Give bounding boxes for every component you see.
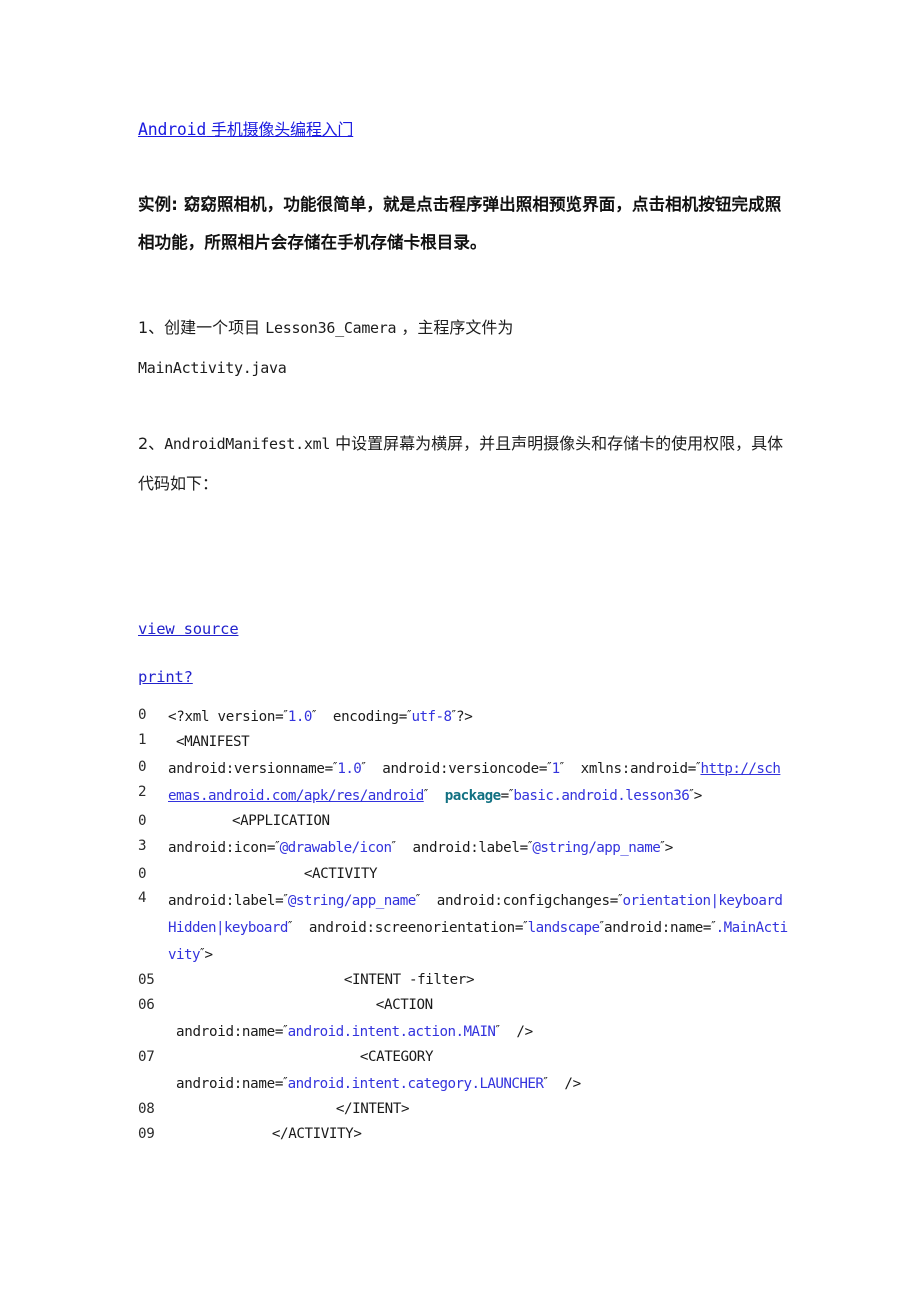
action-name-attr: android:name=: [176, 1024, 284, 1041]
line-number-08: 08: [138, 1101, 155, 1118]
document-title-latin: Android: [138, 120, 207, 139]
package-keyword: package: [444, 788, 502, 805]
versioncode-value: 1: [551, 761, 561, 778]
code-listing: 0 1 <?xml version=″1.0″ encoding=″utf-8″…: [138, 703, 788, 1147]
action-open-tag: <ACTION: [375, 997, 433, 1014]
code-line-05-text: <INTENT -filter>: [168, 968, 788, 993]
manifest-filename: AndroidManifest.xml: [164, 435, 331, 453]
line-number-02: 0 2: [138, 759, 147, 800]
app-icon-value: @drawable/icon: [279, 840, 392, 857]
category-open-tag: <CATEGORY: [359, 1049, 434, 1066]
category-name-value: android.intent.category.LAUNCHER: [287, 1076, 544, 1093]
code-line-01: 0 1 <?xml version=″1.0″ encoding=″utf-8″…: [138, 703, 788, 755]
print-link[interactable]: print?: [138, 667, 193, 687]
code-line-09-text: </ACTIVITY>: [168, 1122, 788, 1147]
line-number-04: 0 4: [138, 865, 147, 907]
view-source-link[interactable]: view source: [138, 619, 239, 639]
activity-close-tag: </ACTIVITY>: [271, 1126, 362, 1143]
activity-name-attr: android:name=: [604, 919, 712, 936]
app-label-attr: android:label=: [396, 840, 528, 857]
intent-filter-open-tag: <INTENT -filter>: [343, 972, 475, 989]
document-page: Android 手机摄像头编程入门 实例: 窈窈照相机，功能很简单，就是点击程序…: [0, 0, 920, 1302]
code-line-07: 07 <CATEGORY android:name=″android.inten…: [138, 1045, 788, 1097]
package-value: basic.android.lesson36: [513, 788, 690, 805]
manifest-open-tag: <MANIFEST: [176, 734, 250, 751]
document-title-cjk: 手机摄像头编程入门: [206, 120, 354, 139]
project-name-text: Lesson36_Camera: [265, 319, 397, 337]
paragraph-step-2: 2、AndroidManifest.xml 中设置屏幕为横屏，并且声明摄像头和存…: [138, 424, 793, 504]
manifest-tag-end: >: [693, 788, 703, 805]
application-tag-end: >: [664, 840, 674, 857]
line-number-06: 06: [138, 997, 155, 1014]
paragraph-step-1: 1、创建一个项目 Lesson36_Camera ，主程序文件为 MainAct…: [138, 308, 793, 388]
code-line-02-text: android:versionname=″1.0″ android:versio…: [168, 755, 788, 809]
category-self-close: />: [547, 1076, 581, 1093]
main-activity-filename: MainActivity.java: [138, 359, 287, 377]
xml-encoding-attr: encoding=: [316, 709, 408, 726]
category-name-attr: android:name=: [176, 1076, 284, 1093]
line-number-03: 0 3: [138, 813, 147, 854]
code-line-07-text: <CATEGORY android:name=″android.intent.c…: [168, 1045, 788, 1097]
xml-decl-start: <?xml version=: [168, 709, 284, 726]
code-line-04: 0 4 <ACTIVITY android:label=″@string/app_…: [138, 862, 788, 968]
line-number-01: 0 1: [138, 707, 147, 748]
screenorientation-attr: android:screenorientation=: [292, 919, 524, 936]
versioncode-attr: android:versioncode=: [365, 761, 548, 778]
action-name-value: android.intent.action.MAIN: [287, 1024, 496, 1041]
code-line-06-text: <ACTION android:name=″android.intent.act…: [168, 993, 788, 1045]
paragraph-step-2-prefix: 2、: [138, 434, 165, 453]
versionname-value: 1.0: [337, 761, 362, 778]
code-line-04-text: <ACTIVITY android:label=″@string/app_name…: [168, 862, 788, 968]
action-self-close: />: [499, 1024, 533, 1041]
code-line-06: 06 <ACTION android:name=″android.intent.…: [138, 993, 788, 1045]
line-number-09: 09: [138, 1126, 155, 1143]
code-line-08-text: </INTENT>: [168, 1097, 788, 1122]
equals-sign: =: [500, 788, 510, 805]
activity-open-tag: <ACTIVITY: [303, 865, 378, 882]
versionname-attr: android:versionname=: [168, 761, 333, 778]
activity-tag-end: >: [204, 947, 213, 964]
document-title-link[interactable]: Android 手机摄像头编程入门: [138, 120, 353, 140]
line-number-05: 05: [138, 972, 155, 989]
line-number-07: 07: [138, 1049, 155, 1066]
intro-paragraph: 实例: 窈窈照相机，功能很简单，就是点击程序弹出照相预览界面，点击相机按钮完成照…: [138, 195, 782, 252]
app-icon-attr: android:icon=: [168, 840, 276, 857]
code-line-09: 09 </ACTIVITY>: [138, 1122, 788, 1147]
code-line-01-text: <?xml version=″1.0″ encoding=″utf-8″?> <…: [168, 703, 788, 755]
code-line-05: 05 <INTENT -filter>: [138, 968, 788, 993]
activity-label-value: @string/app_name: [287, 892, 416, 909]
code-line-08: 08 </INTENT>: [138, 1097, 788, 1122]
code-line-03: 0 3 <APPLICATION android:icon=″@drawable/…: [138, 809, 788, 861]
configchanges-attr: android:configchanges=: [420, 892, 619, 909]
app-label-value: @string/app_name: [532, 840, 661, 857]
xmlns-attr: xmlns:android=: [564, 761, 697, 778]
xml-decl-end: ?>: [455, 709, 473, 726]
xml-version-value: 1.0: [287, 709, 313, 726]
activity-label-attr: android:label=: [168, 892, 284, 909]
code-line-03-text: <APPLICATION android:icon=″@drawable/icon…: [168, 809, 788, 861]
paragraph-step-1-middle: ，主程序文件为: [396, 318, 514, 337]
paragraph-step-1-prefix: 1、创建一个项目: [138, 318, 266, 337]
xml-encoding-value: utf-8: [411, 709, 453, 726]
code-line-02: 0 2 android:versionname=″1.0″ android:ve…: [138, 755, 788, 809]
space-separator: [428, 788, 444, 804]
intent-filter-close-tag: </INTENT>: [335, 1101, 410, 1118]
screenorientation-value: landscape: [527, 919, 600, 936]
application-open-tag: <APPLICATION: [231, 813, 330, 830]
